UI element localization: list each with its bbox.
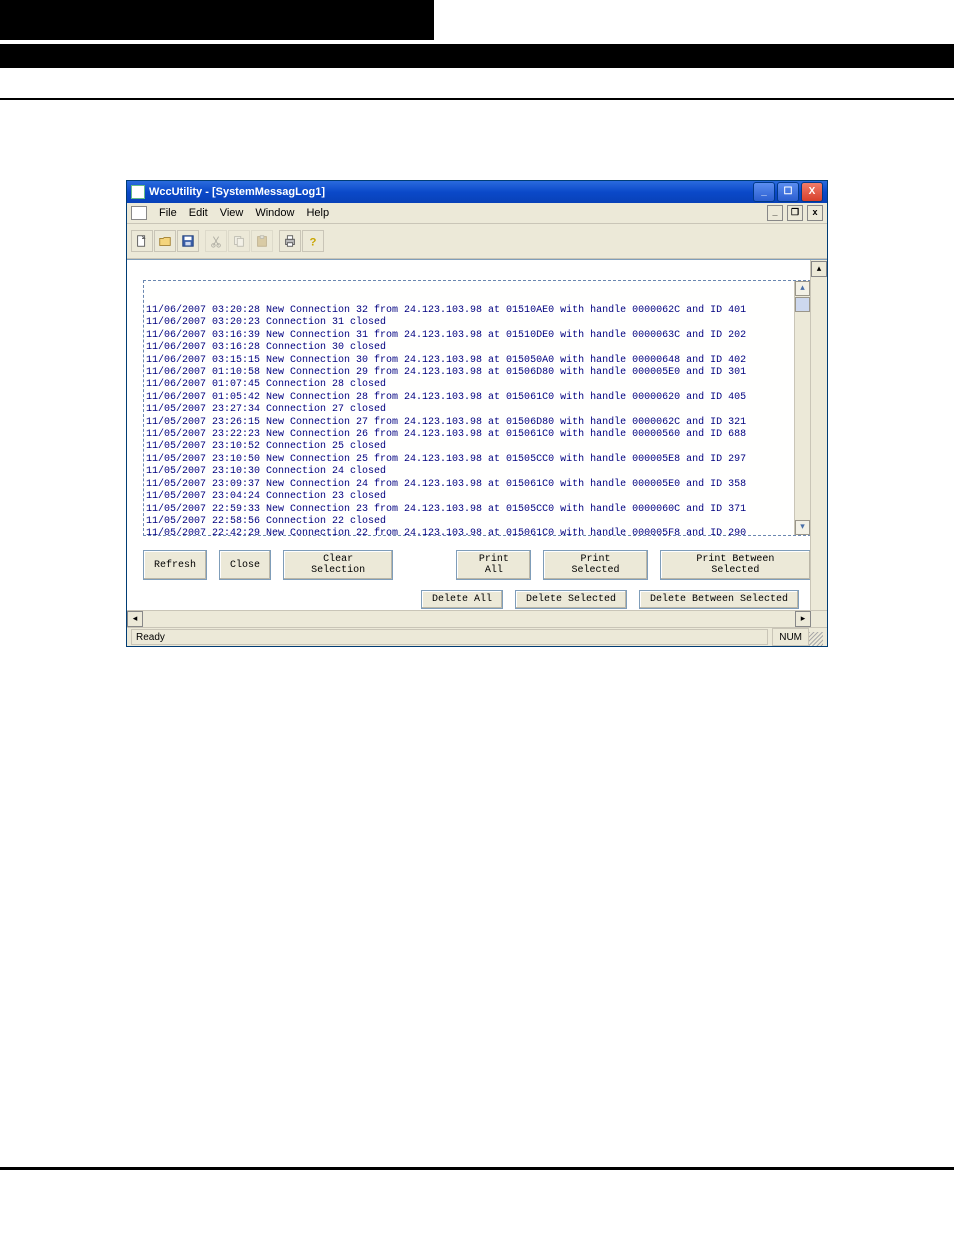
status-ready: Ready — [131, 629, 768, 645]
menu-file[interactable]: File — [153, 205, 183, 221]
new-file-icon[interactable] — [131, 230, 153, 252]
scroll-right-icon[interactable]: ▸ — [795, 611, 811, 627]
log-textarea[interactable]: 11/06/2007 03:20:28 New Connection 32 fr… — [143, 280, 811, 536]
print-icon[interactable] — [279, 230, 301, 252]
status-num: NUM — [772, 628, 809, 646]
paste-icon[interactable] — [251, 230, 273, 252]
clear-selection-button[interactable]: Clear Selection — [283, 550, 393, 580]
page-header-block — [0, 0, 434, 40]
open-file-icon[interactable] — [154, 230, 176, 252]
scroll-up-icon[interactable]: ▴ — [795, 281, 810, 296]
log-scrollbar[interactable]: ▴ ▾ — [794, 281, 810, 535]
cut-icon[interactable] — [205, 230, 227, 252]
delete-between-selected-button[interactable]: Delete Between Selected — [639, 590, 799, 609]
maximize-button[interactable]: ☐ — [777, 182, 799, 202]
mdi-restore-button[interactable]: ❐ — [787, 205, 803, 221]
page-header-strip — [0, 44, 954, 68]
toolbar: ? — [127, 224, 827, 259]
scroll-down-icon[interactable]: ▾ — [795, 520, 810, 535]
toolbar-separator — [200, 230, 204, 252]
menu-view[interactable]: View — [214, 205, 250, 221]
copy-icon[interactable] — [228, 230, 250, 252]
print-between-selected-button[interactable]: Print Between Selected — [660, 550, 811, 580]
close-button[interactable]: X — [801, 182, 823, 202]
status-bar: Ready NUM — [127, 627, 827, 646]
window-title: WccUtility - [SystemMessagLog1] — [149, 186, 325, 198]
save-icon[interactable] — [177, 230, 199, 252]
app-icon — [131, 185, 145, 199]
scroll-thumb[interactable] — [795, 297, 810, 312]
app-window: WccUtility - [SystemMessagLog1] _ ☐ X Fi… — [126, 180, 828, 647]
document-icon[interactable] — [131, 206, 147, 220]
close-log-button[interactable]: Close — [219, 550, 271, 580]
minimize-button[interactable]: _ — [753, 182, 775, 202]
delete-selected-button[interactable]: Delete Selected — [515, 590, 627, 609]
menu-help[interactable]: Help — [300, 205, 335, 221]
mdi-minimize-button[interactable]: _ — [767, 205, 783, 221]
print-all-button[interactable]: Print All — [456, 550, 531, 580]
button-row-2: Delete All Delete Selected Delete Betwee… — [421, 590, 811, 609]
page-divider — [0, 98, 954, 100]
client-area: 11/06/2007 03:20:28 New Connection 32 fr… — [127, 259, 827, 627]
print-selected-button[interactable]: Print Selected — [543, 550, 647, 580]
scroll-up-icon[interactable]: ▴ — [811, 261, 827, 277]
help-icon[interactable]: ? — [302, 230, 324, 252]
svg-text:?: ? — [310, 236, 317, 248]
toolbar-separator — [274, 230, 278, 252]
delete-all-button[interactable]: Delete All — [421, 590, 503, 609]
client-horizontal-scrollbar[interactable]: ◂ ▸ — [127, 610, 827, 627]
refresh-button[interactable]: Refresh — [143, 550, 207, 580]
page-footer-rule — [0, 1167, 954, 1170]
menu-window[interactable]: Window — [249, 205, 300, 221]
mdi-close-button[interactable]: x — [807, 205, 823, 221]
scroll-left-icon[interactable]: ◂ — [127, 611, 143, 627]
menu-edit[interactable]: Edit — [183, 205, 214, 221]
log-content[interactable]: 11/06/2007 03:20:28 New Connection 32 fr… — [146, 305, 808, 536]
client-vertical-scrollbar[interactable]: ▴ ▾ — [810, 260, 827, 627]
title-bar[interactable]: WccUtility - [SystemMessagLog1] _ ☐ X — [127, 181, 827, 203]
menu-bar: File Edit View Window Help _ ❐ x — [127, 203, 827, 224]
resize-grip-icon[interactable] — [809, 632, 823, 646]
button-row-1: Refresh Close Clear Selection Print All … — [143, 550, 811, 580]
